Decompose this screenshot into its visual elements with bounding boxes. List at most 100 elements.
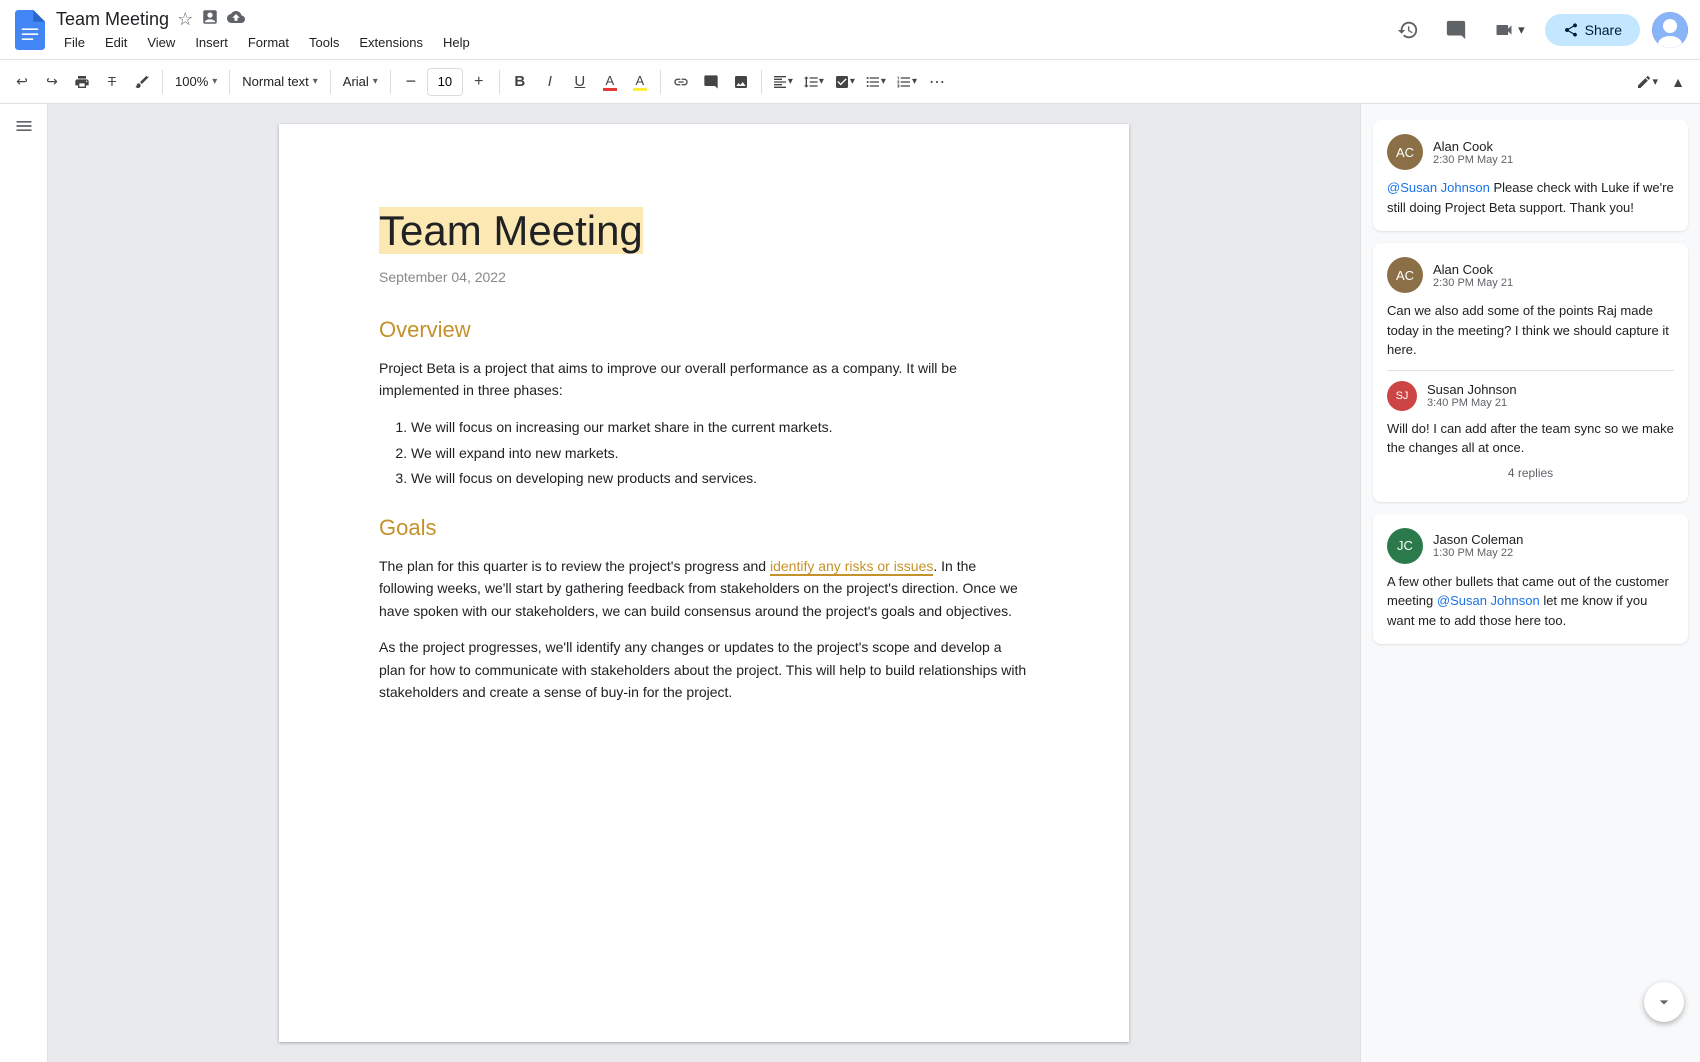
doc-title-row: Team Meeting ☆ — [56, 8, 1382, 31]
link-button[interactable] — [667, 66, 695, 98]
bold-button[interactable]: B — [506, 66, 534, 98]
highlight-color-button[interactable]: A — [626, 66, 654, 98]
italic-button[interactable]: I — [536, 66, 564, 98]
font-size-decrease[interactable]: − — [397, 66, 425, 98]
bullet-chevron: ▾ — [881, 76, 886, 87]
separator-4 — [390, 70, 391, 94]
comment-avatar: AC — [1387, 257, 1423, 293]
user-avatar[interactable] — [1652, 12, 1688, 48]
share-label: Share — [1585, 22, 1622, 38]
zoom-chevron: ▾ — [212, 76, 217, 87]
goals-heading: Goals — [379, 515, 1029, 541]
text-style-selector[interactable]: Normal text ▾ — [236, 66, 324, 98]
menu-view[interactable]: View — [139, 33, 183, 52]
drive-icon[interactable] — [201, 8, 219, 31]
share-button[interactable]: Share — [1545, 14, 1640, 46]
menu-file[interactable]: File — [56, 33, 93, 52]
star-icon[interactable]: ☆ — [177, 9, 193, 30]
list-item: We will focus on increasing our market s… — [411, 415, 1029, 440]
meet-button[interactable]: ▾ — [1486, 12, 1533, 48]
highlight-bar — [633, 88, 647, 91]
sidebar-toggle[interactable] — [0, 104, 48, 1062]
zoom-selector[interactable]: 100% ▾ — [169, 66, 223, 98]
checklist-button[interactable]: ▾ — [830, 66, 859, 98]
overview-body: Project Beta is a project that aims to i… — [379, 357, 1029, 402]
comment-card: AC Alan Cook 2:30 PM May 21 Can we also … — [1373, 243, 1688, 502]
reply-count[interactable]: 4 replies — [1387, 466, 1674, 480]
document-area[interactable]: Team Meeting September 04, 2022 Overview… — [48, 104, 1360, 1062]
reply-time: 3:40 PM May 21 — [1427, 397, 1517, 409]
comment-mention[interactable]: @Susan Johnson — [1437, 593, 1540, 608]
insert-image-button[interactable] — [727, 66, 755, 98]
align-button[interactable]: ▾ — [768, 66, 797, 98]
paint-format-button[interactable] — [128, 66, 156, 98]
comment-body: @Susan Johnson Please check with Luke if… — [1387, 178, 1674, 217]
font-selector[interactable]: Arial ▾ — [337, 66, 384, 98]
collapse-toolbar-button[interactable]: ▲ — [1664, 66, 1692, 98]
google-docs-icon — [12, 10, 48, 50]
toolbar: ↩ ↪ T 100% ▾ Normal text ▾ Arial ▾ − + B… — [0, 60, 1700, 104]
clear-format-button[interactable]: T — [98, 66, 126, 98]
menu-edit[interactable]: Edit — [97, 33, 135, 52]
text-color-button[interactable]: A — [596, 66, 624, 98]
line-spacing-button[interactable]: ▾ — [799, 66, 828, 98]
numbered-chevron: ▾ — [912, 76, 917, 87]
reply-meta: Susan Johnson 3:40 PM May 21 — [1427, 382, 1517, 409]
scroll-to-bottom-button[interactable] — [1644, 982, 1684, 1022]
print-button[interactable] — [68, 66, 96, 98]
separator-2 — [229, 70, 230, 94]
menu-insert[interactable]: Insert — [187, 33, 236, 52]
redo-button[interactable]: ↪ — [38, 66, 66, 98]
menu-format[interactable]: Format — [240, 33, 297, 52]
goals-text-before: The plan for this quarter is to review t… — [379, 558, 770, 574]
editing-mode-button[interactable]: ▾ — [1632, 66, 1662, 98]
reply-thread: SJ Susan Johnson 3:40 PM May 21 Will do!… — [1387, 370, 1674, 458]
comment-time: 2:30 PM May 21 — [1433, 154, 1513, 166]
text-style-chevron: ▾ — [313, 76, 318, 87]
more-options-button[interactable]: ⋯ — [923, 66, 951, 98]
reply-body: Will do! I can add after the team sync s… — [1387, 419, 1674, 458]
history-button[interactable] — [1390, 12, 1426, 48]
goals-highlighted: identify any risks or issues — [770, 558, 933, 576]
comment-author: Jason Coleman — [1433, 532, 1523, 547]
reply-author: Susan Johnson — [1427, 382, 1517, 397]
separator-3 — [330, 70, 331, 94]
separator-5 — [499, 70, 500, 94]
reply-avatar: SJ — [1387, 381, 1417, 411]
comment-header: JC Jason Coleman 1:30 PM May 22 — [1387, 528, 1674, 564]
separator-1 — [162, 70, 163, 94]
reply-header: SJ Susan Johnson 3:40 PM May 21 — [1387, 381, 1674, 411]
doc-title[interactable]: Team Meeting — [56, 9, 169, 30]
insert-comment-button[interactable] — [697, 66, 725, 98]
app-bar: Team Meeting ☆ File Edit View Insert For… — [0, 0, 1700, 60]
cloud-save-icon[interactable] — [227, 8, 245, 31]
menu-help[interactable]: Help — [435, 33, 478, 52]
font-value: Arial — [343, 74, 369, 89]
comment-card: AC Alan Cook 2:30 PM May 21 @Susan Johns… — [1373, 120, 1688, 231]
separator-6 — [660, 70, 661, 94]
comment-meta: Alan Cook 2:30 PM May 21 — [1433, 139, 1513, 166]
editing-label: ▾ — [1652, 75, 1658, 88]
overview-heading: Overview — [379, 317, 1029, 343]
comment-meta: Jason Coleman 1:30 PM May 22 — [1433, 532, 1523, 559]
comment-header: AC Alan Cook 2:30 PM May 21 — [1387, 134, 1674, 170]
comment-mention[interactable]: @Susan Johnson — [1387, 180, 1490, 195]
comment-meta: Alan Cook 2:30 PM May 21 — [1433, 262, 1513, 289]
undo-button[interactable]: ↩ — [8, 66, 36, 98]
checklist-chevron: ▾ — [850, 76, 855, 87]
comments-panel: AC Alan Cook 2:30 PM May 21 @Susan Johns… — [1360, 104, 1700, 1062]
comments-button[interactable] — [1438, 12, 1474, 48]
bullet-list-button[interactable]: ▾ — [861, 66, 890, 98]
menu-extensions[interactable]: Extensions — [351, 33, 431, 52]
menu-bar: File Edit View Insert Format Tools Exten… — [56, 33, 1382, 52]
underline-button[interactable]: U — [566, 66, 594, 98]
appbar-right: ▾ Share — [1390, 12, 1688, 48]
comment-card: JC Jason Coleman 1:30 PM May 22 A few ot… — [1373, 514, 1688, 645]
font-size-box: − + — [397, 66, 493, 98]
goals-body: The plan for this quarter is to review t… — [379, 555, 1029, 622]
font-size-input[interactable] — [427, 68, 463, 96]
comment-body: Can we also add some of the points Raj m… — [1387, 301, 1674, 360]
numbered-list-button[interactable]: ▾ — [892, 66, 921, 98]
menu-tools[interactable]: Tools — [301, 33, 347, 52]
font-size-increase[interactable]: + — [465, 66, 493, 98]
